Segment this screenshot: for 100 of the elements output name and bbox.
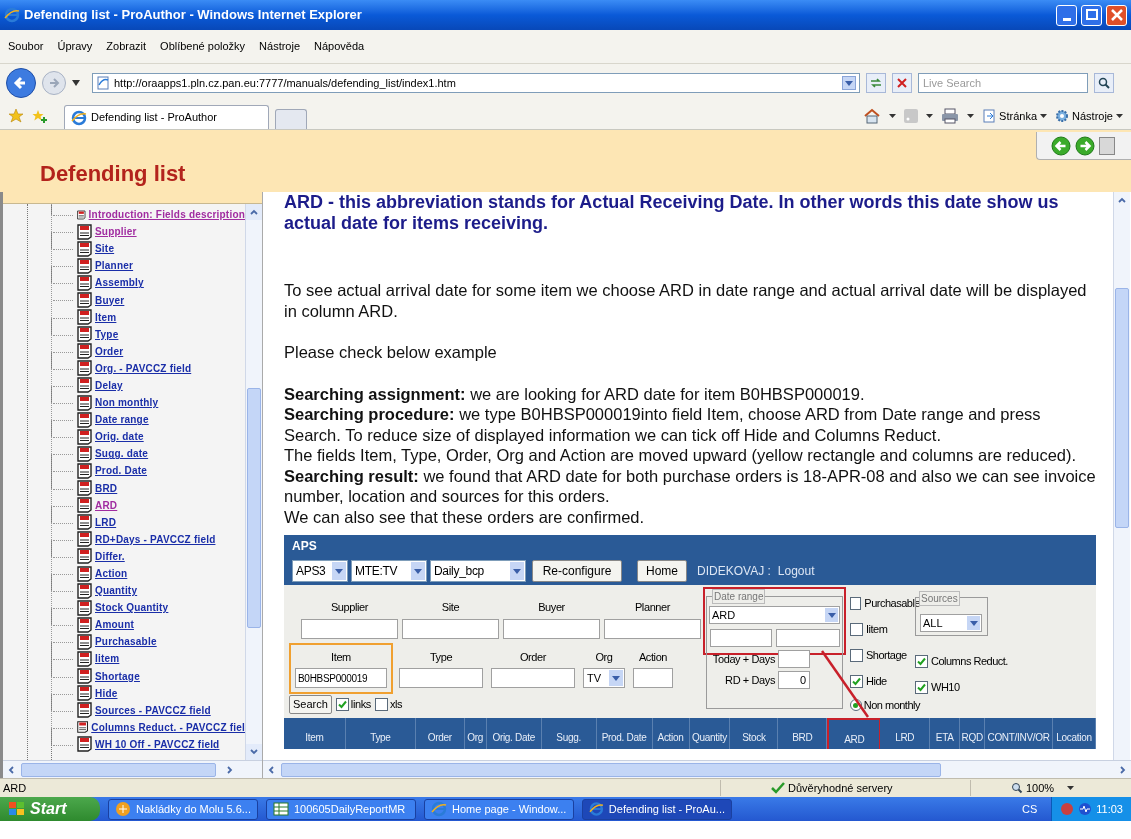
tree-link[interactable]: LRD	[95, 514, 117, 530]
close-button[interactable]	[1106, 4, 1127, 26]
menu-item[interactable]: Zobrazit	[106, 38, 147, 55]
column-header[interactable]: Order	[415, 718, 465, 749]
input-field[interactable]	[399, 668, 483, 688]
menu-item[interactable]: Nástroje	[259, 38, 301, 55]
input-field[interactable]	[775, 629, 840, 647]
input-field[interactable]	[709, 629, 772, 647]
column-header[interactable]: Org	[464, 718, 487, 749]
tree-link[interactable]: Columns Reduct. - PAVCCZ fiel	[91, 719, 245, 735]
exit-button[interactable]	[1099, 136, 1115, 155]
tree-link[interactable]: Non monthly	[95, 395, 159, 411]
language-indicator[interactable]: CS	[1022, 800, 1038, 818]
add-favorite-icon[interactable]	[32, 108, 48, 124]
input-field[interactable]	[633, 668, 673, 688]
column-header[interactable]: Prod. Date	[596, 718, 653, 749]
column-header[interactable]: Action	[652, 718, 690, 749]
toolbar-menu[interactable]: Nástroje	[1072, 107, 1113, 125]
star-icon[interactable]	[8, 108, 24, 124]
dropdown[interactable]: TV	[583, 668, 625, 688]
scrollbar-thumb[interactable]	[21, 762, 216, 777]
home-icon[interactable]	[863, 108, 882, 124]
input-field[interactable]	[503, 618, 600, 639]
tree-link[interactable]: Introduction: Fields description	[88, 207, 245, 223]
tree-link[interactable]: Orig. date	[95, 429, 144, 445]
column-header[interactable]: Location	[1053, 718, 1096, 749]
tree-link[interactable]: BRD	[95, 480, 118, 496]
minimize-button[interactable]	[1056, 4, 1077, 26]
toolbar-button[interactable]: Home	[637, 560, 687, 582]
tree-link[interactable]: Amount	[95, 617, 134, 633]
input-field[interactable]: 0	[778, 671, 810, 689]
tree-link[interactable]: Order	[95, 343, 124, 359]
tree-link[interactable]: Delay	[95, 378, 123, 393]
tree-link[interactable]: Planner	[95, 258, 134, 274]
checkbox[interactable]	[850, 675, 863, 688]
dropdown-button[interactable]	[842, 76, 856, 90]
search-field[interactable]: Live Search	[918, 73, 1088, 93]
tree-link[interactable]: Action	[95, 566, 128, 581]
caret-icon[interactable]	[967, 114, 975, 118]
input-field[interactable]	[402, 618, 499, 639]
tree-link[interactable]: Org. - PAVCCZ field	[95, 360, 192, 376]
dropdown[interactable]: ALL	[920, 614, 982, 632]
taskbar-button[interactable]: Home page - Window...	[424, 798, 574, 820]
menu-item[interactable]: Soubor	[8, 38, 44, 55]
printer-icon[interactable]	[941, 108, 960, 124]
checkbox[interactable]	[335, 698, 349, 711]
tree-link[interactable]: Stock Quantity	[95, 600, 169, 616]
taskbar-button[interactable]: Defending list - ProAu...	[582, 798, 732, 820]
input-field[interactable]	[778, 650, 810, 668]
checkbox[interactable]	[850, 623, 863, 636]
horizontal-scrollbar[interactable]	[263, 760, 1131, 778]
column-header[interactable]: Quantity	[689, 718, 731, 749]
input-field[interactable]	[301, 618, 398, 639]
dropdown[interactable]: ARD	[709, 606, 840, 624]
column-header[interactable]: ETA	[930, 718, 961, 749]
caret-icon[interactable]	[926, 114, 934, 118]
tree-link[interactable]: Assembly	[95, 275, 144, 291]
checkbox[interactable]	[850, 649, 863, 662]
gear-icon[interactable]	[1055, 109, 1070, 123]
search-button[interactable]: Search	[289, 695, 332, 714]
column-header[interactable]: Item	[284, 718, 346, 749]
radio-button[interactable]	[850, 699, 862, 711]
tree-link[interactable]: Sugg. date	[95, 446, 149, 462]
stop-button[interactable]	[892, 73, 912, 93]
tree-link[interactable]: Differ.	[95, 548, 125, 564]
horizontal-scrollbar[interactable]	[3, 760, 262, 778]
input-field[interactable]	[604, 618, 701, 639]
taskbar-button[interactable]: Nakládky do Molu 5.6...	[108, 798, 258, 820]
menu-item[interactable]: Úpravy	[57, 38, 93, 55]
column-header[interactable]: ARD	[827, 718, 881, 749]
tray-icon[interactable]	[1078, 802, 1093, 816]
tree-link[interactable]: Shortage	[95, 668, 140, 684]
tree-link[interactable]: ARD	[95, 497, 118, 513]
dropdown[interactable]: Daily_bcp	[430, 560, 526, 582]
browser-tab[interactable]: Defending list - ProAuthor	[64, 105, 269, 129]
checkbox[interactable]	[374, 698, 388, 711]
tree-link[interactable]: Sources - PAVCCZ field	[95, 702, 211, 718]
checkbox[interactable]	[915, 655, 928, 668]
tree-link[interactable]: Type	[95, 326, 119, 342]
menu-item[interactable]: Oblíbené položky	[160, 38, 246, 55]
caret-icon[interactable]	[1116, 114, 1123, 118]
tree-link[interactable]: Buyer	[95, 292, 125, 308]
column-header[interactable]: RQD	[960, 718, 986, 749]
column-header[interactable]: CONT/INV/OR	[985, 718, 1054, 749]
tree-link[interactable]: Date range	[95, 412, 149, 428]
scrollbar-thumb[interactable]	[1115, 288, 1129, 528]
column-header[interactable]: LRD	[880, 718, 931, 749]
tree-link[interactable]: Supplier	[95, 224, 137, 240]
caret-icon[interactable]	[1040, 114, 1048, 118]
page-icon[interactable]	[982, 109, 997, 123]
column-header[interactable]: Stock	[730, 718, 779, 749]
caret-icon[interactable]	[1067, 786, 1075, 790]
vertical-scrollbar[interactable]	[1113, 192, 1130, 760]
tree-link[interactable]: Item	[95, 309, 117, 325]
tree-link[interactable]: WH 10 Off - PAVCCZ field	[95, 736, 220, 752]
vertical-scrollbar[interactable]	[245, 204, 262, 760]
tree-link[interactable]: Site	[95, 241, 115, 257]
search-button[interactable]	[1094, 73, 1114, 93]
maximize-button[interactable]	[1081, 4, 1102, 26]
refresh-button[interactable]	[866, 73, 886, 93]
